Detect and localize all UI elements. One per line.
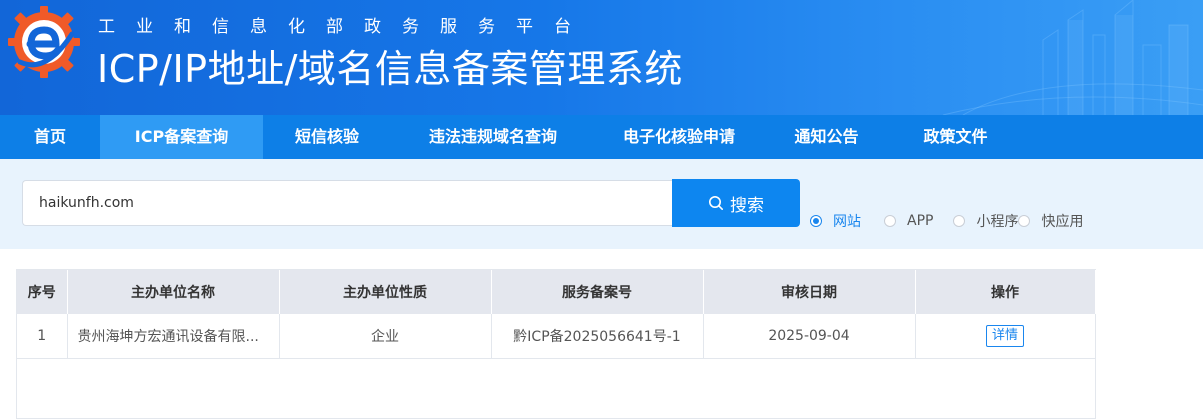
nav-item-home[interactable]: 首页 [0,115,100,159]
city-skyline-decoration [942,0,1203,115]
detail-button[interactable]: 详情 [985,325,1024,347]
radio-dot [884,215,896,227]
search-button[interactable]: 搜索 [672,179,800,227]
results-table: 序号 主办单位名称 主办单位性质 服务备案号 审核日期 操作 1 贵州海坤方宏通… [16,269,1096,419]
e-gear-logo-icon [8,6,80,78]
system-title: ICP/IP地址/域名信息备案管理系统 [97,47,683,91]
table-row: 1 贵州海坤方宏通讯设备有限... 企业 黔ICP备2025056641号-1 … [17,314,1096,359]
column-header-date: 审核日期 [703,270,916,314]
radio-label: 网站 [833,214,861,230]
table-header-row: 序号 主办单位名称 主办单位性质 服务备案号 审核日期 操作 [17,270,1096,314]
search-button-label: 搜索 [730,195,764,216]
nav-item-sms-verify[interactable]: 短信核验 [263,115,391,159]
column-header-action: 操作 [915,270,1096,314]
radio-quick-app[interactable]: 快应用 [1018,211,1083,231]
radio-dot [1018,215,1031,227]
column-header-index: 序号 [17,270,68,314]
cell-action: 详情 [915,314,1096,359]
column-header-org-type: 主办单位性质 [279,270,492,314]
radio-dot [810,215,822,227]
radio-mini-program[interactable]: 小程序 [953,211,1018,231]
search-panel: 搜索 网站 APP 小程序 快应用 [0,159,1203,249]
nav-item-notices[interactable]: 通知公告 [763,115,890,159]
cell-org-type: 企业 [279,314,492,359]
platform-subtitle: 工业和信息化部政务服务平台 [98,17,592,37]
site-header: 工业和信息化部政务服务平台 ICP/IP地址/域名信息备案管理系统 [0,0,1203,115]
radio-app[interactable]: APP [884,213,933,229]
nav-item-policy-docs[interactable]: 政策文件 [890,115,1021,159]
column-header-org-name: 主办单位名称 [67,270,280,314]
cell-record-no: 黔ICP备2025056641号-1 [491,314,704,359]
search-type-radio-group: 网站 APP 小程序 快应用 [810,211,1083,231]
nav-item-e-verify-apply[interactable]: 电子化核验申请 [595,115,763,159]
cell-org-name: 贵州海坤方宏通讯设备有限... [67,314,280,359]
radio-website[interactable]: 网站 [810,211,861,231]
nav-item-icp-query[interactable]: ICP备案查询 [100,115,263,159]
cell-date: 2025-09-04 [703,314,916,359]
nav-item-illegal-domain-query[interactable]: 违法违规域名查询 [391,115,595,159]
radio-dot [953,215,966,227]
column-header-record-no: 服务备案号 [491,270,704,314]
search-input[interactable] [22,180,672,226]
radio-label: 快应用 [1041,214,1084,230]
cell-index: 1 [17,314,68,359]
main-nav: 首页 ICP备案查询 短信核验 违法违规域名查询 电子化核验申请 通知公告 政策… [0,115,1203,159]
search-icon [709,196,723,210]
radio-label: 小程序 [976,214,1019,230]
radio-label: APP [907,213,934,229]
